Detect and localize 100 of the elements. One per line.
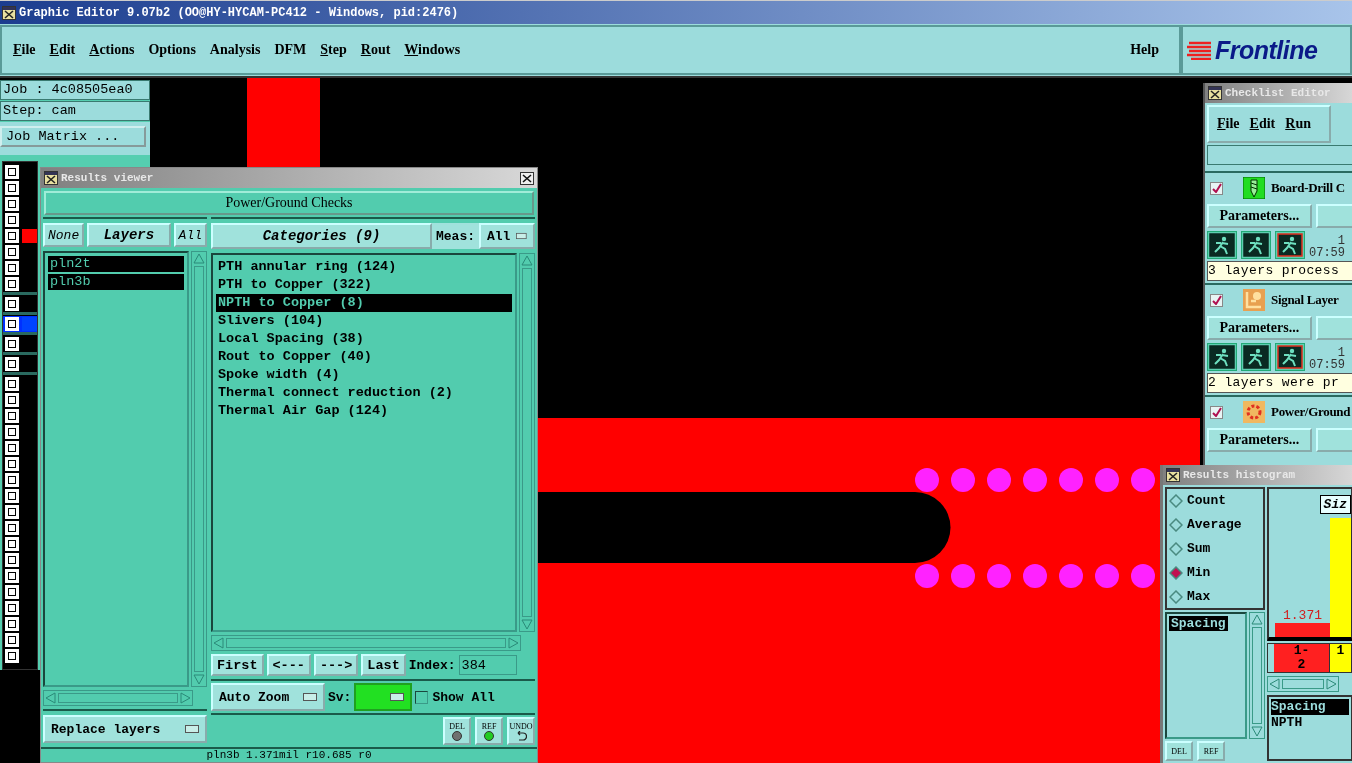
runner-icon[interactable] <box>1207 343 1237 371</box>
window-menu-icon[interactable] <box>2 5 16 20</box>
layer-toggle[interactable] <box>5 181 19 195</box>
navigation-button[interactable]: <--- <box>266 654 311 676</box>
size-button[interactable]: Siz <box>1319 495 1351 514</box>
runner-icon[interactable] <box>1241 343 1271 371</box>
runner-icon[interactable] <box>1241 231 1271 259</box>
close-icon[interactable] <box>520 171 534 185</box>
menu-item[interactable]: Step <box>313 42 354 58</box>
auto-zoom-dropdown[interactable]: Auto Zoom <box>211 683 325 711</box>
layer-toggle[interactable] <box>5 601 19 615</box>
menu-item[interactable]: Actions <box>82 42 142 58</box>
window-menu-icon[interactable] <box>1208 86 1222 100</box>
layer-toggle[interactable] <box>5 585 19 599</box>
category-item[interactable]: NPTH to Copper (8) <box>216 294 512 312</box>
details-item[interactable]: Spacing <box>1271 699 1349 715</box>
menu-item[interactable]: Rout <box>353 42 398 58</box>
layer-row[interactable] <box>3 228 37 244</box>
navigation-button[interactable]: Last <box>361 654 406 676</box>
layer-toggle[interactable] <box>5 409 19 423</box>
layer-item[interactable]: pln2t <box>48 256 184 272</box>
layer-toggle[interactable] <box>5 489 19 503</box>
meas-dropdown[interactable]: All <box>479 223 535 249</box>
layer-toggle[interactable] <box>5 569 19 583</box>
runner-icon[interactable] <box>1207 231 1237 259</box>
framed-runner-icon[interactable] <box>1275 231 1305 259</box>
layer-toggle[interactable] <box>5 197 19 211</box>
menu-item[interactable]: Edit <box>42 42 83 58</box>
categories-button[interactable]: Categories (9) <box>211 223 432 249</box>
layer-toggle[interactable] <box>5 261 19 275</box>
action-button[interactable]: DEL <box>443 717 471 745</box>
menu-item[interactable]: File <box>1213 116 1244 132</box>
window-menu-icon[interactable] <box>44 171 58 185</box>
action-button[interactable]: DEL <box>1165 741 1193 761</box>
layer-filter-button[interactable]: Layers <box>87 223 171 247</box>
layer-toggle[interactable] <box>5 337 19 351</box>
layer-toggle[interactable] <box>5 165 19 179</box>
layer-toggle[interactable] <box>5 297 19 311</box>
parameters-button[interactable]: Parameters... <box>1207 316 1312 340</box>
layer-toggle[interactable] <box>5 473 19 487</box>
radio-diamond-icon[interactable] <box>1169 541 1183 556</box>
action-button[interactable]: REF <box>1197 741 1225 761</box>
layer-toggle[interactable] <box>5 649 19 663</box>
action-button[interactable]: REF <box>475 717 503 745</box>
check-checkbox[interactable] <box>1210 293 1223 307</box>
help-menu[interactable]: Help <box>1123 42 1167 58</box>
category-item[interactable]: Thermal connect reduction (2) <box>216 384 512 402</box>
details-item[interactable]: NPTH <box>1271 715 1349 731</box>
layer-row[interactable] <box>3 316 37 332</box>
navigation-button[interactable]: First <box>211 654 264 676</box>
menu-item[interactable]: Edit <box>1245 116 1280 132</box>
index-field[interactable]: 384 <box>458 655 517 675</box>
layer-toggle[interactable] <box>5 457 19 471</box>
menu-item[interactable]: File <box>6 42 43 58</box>
job-matrix-button[interactable]: Job Matrix ... <box>0 126 146 147</box>
layer-filter-button[interactable]: None <box>43 223 85 247</box>
menu-item[interactable]: Run <box>1281 116 1315 132</box>
navigation-button[interactable]: ---> <box>313 654 359 676</box>
window-menu-icon[interactable] <box>1166 468 1180 482</box>
check-checkbox[interactable] <box>1210 181 1223 195</box>
layer-toggle[interactable] <box>5 229 19 243</box>
layer-toggle[interactable] <box>5 277 19 291</box>
layer-toggle[interactable] <box>5 553 19 567</box>
menu-item[interactable]: Options <box>141 42 203 58</box>
check-action-button[interactable] <box>1315 204 1352 228</box>
radio-diamond-icon[interactable] <box>1169 517 1183 532</box>
replace-layers-dropdown[interactable]: Replace layers <box>43 715 207 743</box>
menu-item[interactable]: Analysis <box>202 42 268 58</box>
framed-runner-icon[interactable] <box>1275 343 1305 371</box>
checks-header-button[interactable]: Power/Ground Checks <box>44 191 534 215</box>
menu-item[interactable]: DFM <box>267 42 314 58</box>
category-item[interactable]: Thermal Air Gap (124) <box>216 402 512 420</box>
layer-toggle[interactable] <box>5 245 19 259</box>
category-item[interactable]: PTH annular ring (124) <box>216 258 512 276</box>
radio-diamond-icon[interactable] <box>1169 493 1183 508</box>
layer-toggle[interactable] <box>5 505 19 519</box>
parameters-button[interactable]: Parameters... <box>1207 428 1312 452</box>
radio-diamond-icon[interactable] <box>1169 589 1183 604</box>
parameters-button[interactable]: Parameters... <box>1207 204 1312 228</box>
category-item[interactable]: Spoke width (4) <box>216 366 512 384</box>
layer-toggle[interactable] <box>5 213 19 227</box>
action-button[interactable]: UNDO <box>507 717 535 745</box>
check-action-button[interactable] <box>1315 428 1352 452</box>
layer-item[interactable]: pln3b <box>48 274 184 290</box>
category-item[interactable]: Local Spacing (38) <box>216 330 512 348</box>
sv-color-dropdown[interactable] <box>354 683 413 711</box>
layer-toggle[interactable] <box>5 425 19 439</box>
layer-toggle[interactable] <box>5 521 19 535</box>
category-item[interactable]: Rout to Copper (40) <box>216 348 512 366</box>
check-action-button[interactable] <box>1315 316 1352 340</box>
menu-item[interactable]: Windows <box>397 42 468 58</box>
show-all-checkbox[interactable] <box>415 690 429 704</box>
radio-diamond-icon[interactable] <box>1169 565 1183 580</box>
layer-toggle[interactable] <box>5 377 19 391</box>
category-item[interactable]: Slivers (104) <box>216 312 512 330</box>
check-checkbox[interactable] <box>1210 405 1223 419</box>
metric-item[interactable]: Spacing <box>1169 616 1228 631</box>
layer-toggle[interactable] <box>5 393 19 407</box>
layer-toggle[interactable] <box>5 617 19 631</box>
layer-toggle[interactable] <box>5 317 19 331</box>
